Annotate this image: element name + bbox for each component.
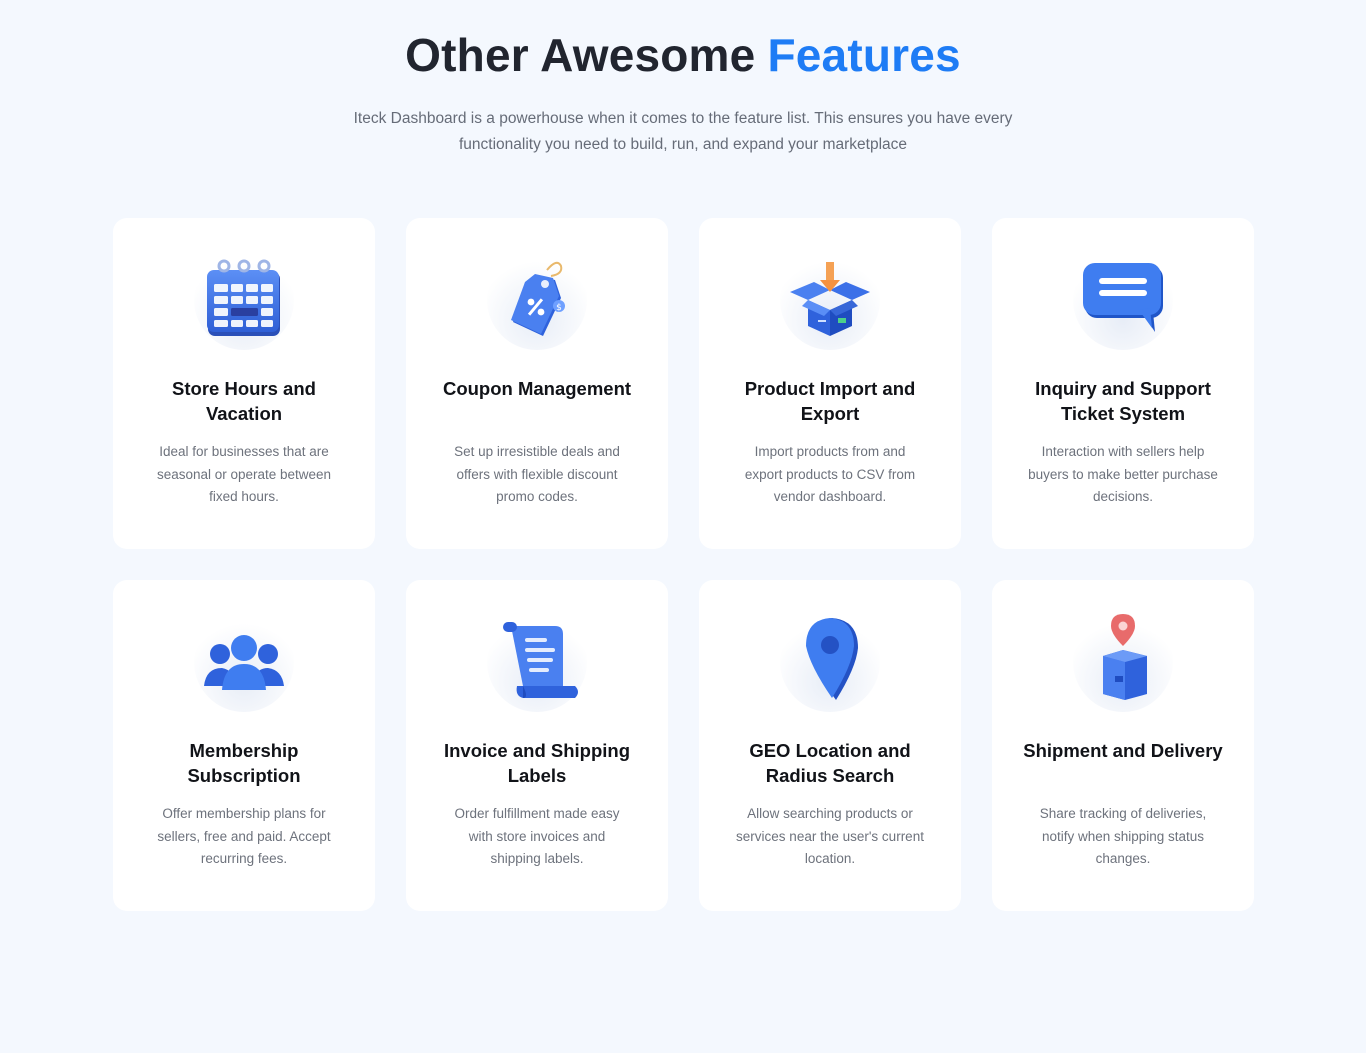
- feature-title: Inquiry and Support Ticket System: [1035, 378, 1211, 424]
- feature-description: Ideal for businesses that are seasonal o…: [156, 444, 332, 504]
- section-title-accent: Features: [761, 29, 968, 90]
- chat-bubble-icon: [1073, 250, 1173, 350]
- users-group-icon: [194, 612, 294, 712]
- feature-card-coupon: $ Coupon Management Set up irresistible …: [406, 218, 668, 549]
- calendar-icon: [194, 250, 294, 350]
- invoice-scroll-icon: [487, 612, 587, 712]
- feature-card-import-export: Product Import and Export Import product…: [699, 218, 961, 549]
- feature-description: Import products from and export products…: [744, 444, 916, 504]
- section-title: Other Awesome Features: [0, 28, 1366, 90]
- feature-card-geo-location: GEO Location and Radius Search Allow sea…: [699, 580, 961, 911]
- section-subtitle: Iteck Dashboard is a powerhouse when it …: [353, 110, 1013, 153]
- feature-title: Product Import and Export: [744, 378, 916, 424]
- svg-text:$: $: [556, 303, 562, 313]
- feature-card-membership: Membership Subscription Offer membership…: [113, 580, 375, 911]
- feature-card-support: Inquiry and Support Ticket System Intera…: [992, 218, 1254, 549]
- box-import-icon: [780, 250, 880, 350]
- feature-title: Store Hours and Vacation: [172, 378, 316, 424]
- feature-title: Coupon Management: [442, 378, 632, 399]
- feature-card-invoice: Invoice and Shipping Labels Order fulfil…: [406, 580, 668, 911]
- feature-card-shipment: Shipment and Delivery Share tracking of …: [992, 580, 1254, 911]
- feature-description: Allow searching products or services nea…: [736, 806, 924, 866]
- feature-description: Interaction with sellers help buyers to …: [1028, 444, 1218, 504]
- feature-title: Invoice and Shipping Labels: [443, 740, 631, 786]
- feature-title: Membership Subscription: [187, 740, 301, 786]
- location-pin-icon: [780, 612, 880, 712]
- feature-description: Order fulfillment made easy with store i…: [454, 806, 620, 866]
- feature-title: GEO Location and Radius Search: [749, 740, 911, 786]
- feature-description: Set up irresistible deals and offers wit…: [454, 444, 620, 504]
- feature-description: Offer membership plans for sellers, free…: [157, 806, 331, 866]
- feature-card-store-hours: Store Hours and Vacation Ideal for busin…: [113, 218, 375, 549]
- feature-title: Shipment and Delivery: [1023, 740, 1223, 761]
- section-title-main: Other Awesome: [405, 29, 756, 81]
- delivery-box-pin-icon: [1073, 612, 1173, 712]
- feature-description: Share tracking of deliveries, notify whe…: [1039, 806, 1207, 866]
- features-grid: Store Hours and Vacation Ideal for busin…: [113, 218, 1254, 911]
- discount-tag-icon: $: [487, 250, 587, 350]
